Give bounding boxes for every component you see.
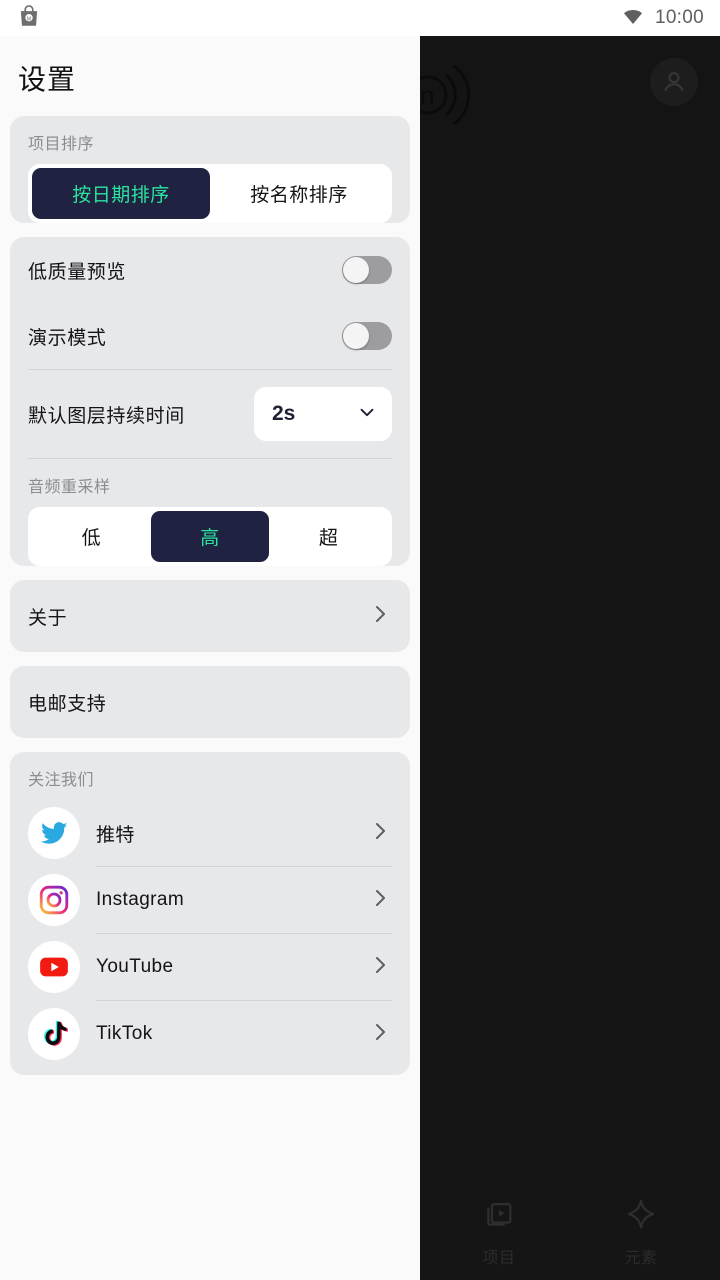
nav-item-projects[interactable]: 项目 — [444, 1197, 554, 1268]
follow-us-label: 关注我们 — [28, 772, 95, 789]
segment-audio-high[interactable]: 高 — [150, 511, 270, 562]
low-quality-preview-label: 低质量预览 — [28, 261, 127, 283]
segment-sort-by-date[interactable]: 按日期排序 — [32, 168, 210, 219]
audio-resampling-label: 音频重采样 — [28, 479, 111, 496]
chevron-down-icon — [356, 401, 378, 428]
youtube-label: YouTube — [96, 956, 174, 977]
project-sort-segmented-control: 按日期排序 按名称排序 — [28, 164, 392, 223]
account-avatar-icon[interactable] — [650, 58, 698, 106]
row-default-layer-duration: 默认图层持续时间 2s — [28, 370, 392, 458]
low-quality-preview-toggle[interactable] — [342, 256, 392, 284]
page-title: 设置 — [18, 64, 77, 95]
media-projects-icon — [482, 1197, 516, 1236]
toggle-knob — [343, 257, 369, 283]
tiktok-icon — [28, 1008, 80, 1060]
default-layer-duration-value: 2s — [272, 402, 296, 425]
presentation-mode-toggle[interactable] — [342, 322, 392, 350]
default-layer-duration-select[interactable]: 2s — [254, 387, 392, 441]
toggle-knob — [343, 323, 369, 349]
social-row-instagram[interactable]: Instagram — [28, 867, 392, 933]
segment-audio-low[interactable]: 低 — [32, 511, 151, 562]
social-body: Instagram — [96, 867, 392, 933]
row-presentation-mode[interactable]: 演示模式 — [28, 303, 392, 369]
email-support-label: 电邮支持 — [28, 693, 107, 715]
preferences-card: 低质量预览 演示模式 默认图层持续时间 2s 音频重采样 低 高 超 — [10, 237, 410, 566]
shopping-bag-icon: M — [16, 3, 42, 34]
default-layer-duration-label: 默认图层持续时间 — [28, 405, 185, 427]
sparkle-elements-icon — [624, 1197, 658, 1236]
twitter-icon — [28, 807, 80, 859]
project-sort-card: 项目排序 按日期排序 按名称排序 — [10, 116, 410, 223]
about-label: 关于 — [28, 607, 68, 629]
social-row-youtube[interactable]: YouTube — [28, 934, 392, 1000]
instagram-icon — [28, 874, 80, 926]
chevron-right-icon — [368, 602, 392, 631]
segment-audio-ultra[interactable]: 超 — [269, 511, 388, 562]
chevron-right-icon — [368, 886, 392, 915]
instagram-label: Instagram — [96, 889, 185, 910]
svg-text:n: n — [420, 80, 434, 110]
audio-resampling-segmented-control: 低 高 超 — [28, 507, 392, 566]
status-bar: M 10:00 — [0, 0, 720, 36]
twitter-label: 推特 — [96, 824, 135, 846]
email-support-row[interactable]: 电邮支持 — [10, 666, 410, 738]
chevron-right-icon — [368, 953, 392, 982]
nav-label-projects: 项目 — [482, 1249, 516, 1267]
social-body: TikTok — [96, 1001, 392, 1067]
follow-us-card: 关注我们 推特 Instagram YouTube TikTok — [10, 752, 410, 1075]
app-logo-icon: n — [420, 50, 488, 140]
chevron-right-icon — [368, 819, 392, 848]
social-row-tiktok[interactable]: TikTok — [28, 1001, 392, 1067]
chevron-right-icon — [368, 1020, 392, 1049]
status-bar-clock: 10:00 — [654, 7, 704, 28]
presentation-mode-label: 演示模式 — [28, 327, 107, 349]
app-screen: n 项目 元素 M 10:00 设置 项目排序 按日期排序 按名称排序 低质量预… — [0, 0, 720, 1280]
social-body: YouTube — [96, 934, 392, 1000]
youtube-icon — [28, 941, 80, 993]
bottom-navigation: 项目 元素 — [420, 1184, 720, 1280]
wifi-icon — [621, 4, 645, 33]
row-low-quality-preview[interactable]: 低质量预览 — [28, 237, 392, 303]
background-app-panel: n 项目 元素 — [420, 36, 720, 1280]
social-row-twitter[interactable]: 推特 — [28, 800, 392, 866]
social-body: 推特 — [96, 800, 392, 866]
settings-drawer: 设置 项目排序 按日期排序 按名称排序 低质量预览 演示模式 默认图层持续时间 … — [0, 36, 420, 1280]
segment-sort-by-name[interactable]: 按名称排序 — [210, 168, 388, 219]
about-row[interactable]: 关于 — [10, 580, 410, 652]
svg-text:M: M — [27, 16, 32, 22]
nav-item-elements[interactable]: 元素 — [586, 1197, 696, 1268]
tiktok-label: TikTok — [96, 1023, 153, 1044]
nav-label-elements: 元素 — [624, 1249, 658, 1267]
project-sort-label: 项目排序 — [28, 136, 95, 153]
